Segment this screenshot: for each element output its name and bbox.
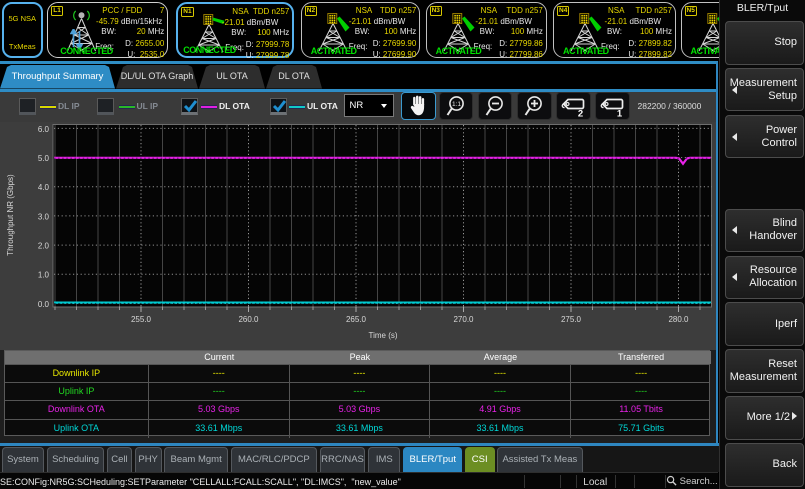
svg-text:2: 2 <box>578 109 583 119</box>
svg-text:5.0: 5.0 <box>38 154 50 163</box>
svg-text:255.0: 255.0 <box>131 315 152 324</box>
svg-text:Throughput NR (Gbps): Throughput NR (Gbps) <box>6 174 15 256</box>
svg-text:0.0: 0.0 <box>38 300 50 309</box>
svg-text:4.0: 4.0 <box>38 183 50 192</box>
svg-text:1: 1 <box>617 109 623 119</box>
svg-text:Time (s): Time (s) <box>368 331 397 340</box>
svg-text:270.0: 270.0 <box>453 315 474 324</box>
svg-text:280.0: 280.0 <box>668 315 689 324</box>
svg-text:275.0: 275.0 <box>561 315 582 324</box>
svg-text:1:1: 1:1 <box>452 101 461 108</box>
svg-text:3.0: 3.0 <box>38 212 50 221</box>
svg-text:2.0: 2.0 <box>38 242 50 251</box>
svg-text:6.0: 6.0 <box>38 125 50 134</box>
svg-text:265.0: 265.0 <box>346 315 367 324</box>
svg-text:260.0: 260.0 <box>238 315 259 324</box>
svg-text:1.0: 1.0 <box>38 271 50 280</box>
